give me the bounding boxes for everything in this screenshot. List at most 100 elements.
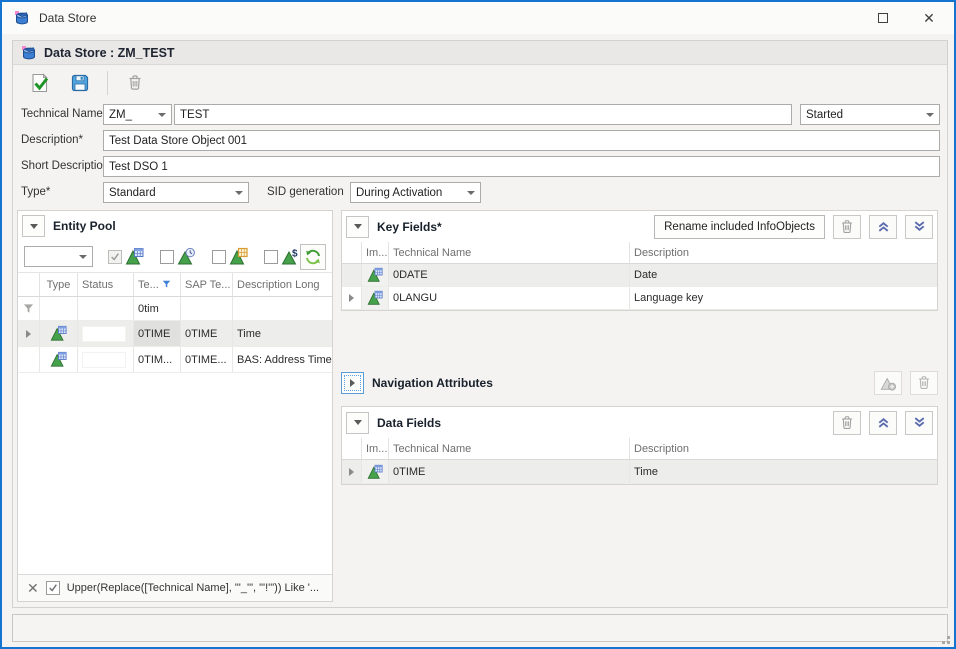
description-cell: Time	[630, 460, 937, 483]
technical-name-cell[interactable]: 0TIME	[134, 321, 181, 346]
technical-name-input[interactable]	[174, 104, 792, 125]
technical-name-cell[interactable]: 0LANGU	[389, 287, 630, 309]
filter-cell-status[interactable]	[78, 297, 134, 320]
check-icon	[110, 252, 120, 262]
maximize-button[interactable]	[860, 2, 906, 34]
resize-grip[interactable]	[939, 633, 950, 644]
column-header-status[interactable]: Status	[78, 273, 134, 296]
row-focus-arrow-icon	[349, 294, 354, 302]
svg-text:$: $	[292, 249, 298, 260]
column-header-description[interactable]: Description	[630, 438, 937, 459]
filter-cell-sap-technical-name[interactable]	[181, 297, 233, 320]
characteristic-checkbox[interactable]	[108, 250, 122, 264]
short-description-label: Short Description	[21, 156, 109, 177]
filter-cell-technical-name[interactable]: 0tim	[134, 297, 181, 320]
data-fields-move-up-button[interactable]	[869, 411, 897, 435]
clear-filter-icon[interactable]: ✕	[27, 581, 39, 595]
description-input[interactable]	[103, 130, 940, 151]
data-fields-collapse-button[interactable]	[346, 412, 369, 434]
key-fields-row-0date[interactable]: 0DATE Date	[342, 264, 937, 287]
activate-button[interactable]	[27, 70, 53, 96]
unit-icon	[229, 247, 248, 266]
column-header-im[interactable]: Im...	[362, 438, 389, 459]
rename-infoobjects-button[interactable]: Rename included InfoObjects	[654, 215, 825, 239]
navigation-attributes-delete-button[interactable]	[910, 371, 938, 395]
characteristic-icon	[50, 351, 67, 368]
entity-pool-collapse-button[interactable]	[22, 215, 45, 237]
row-indicator	[18, 321, 40, 346]
key-fields-move-up-button[interactable]	[869, 215, 897, 239]
row-focus-arrow-icon	[26, 330, 31, 338]
column-header-type[interactable]: Type	[40, 273, 78, 296]
filter-cell-description-long[interactable]	[233, 297, 332, 320]
characteristic-icon	[367, 267, 383, 283]
column-header-technical-name[interactable]: Te...	[134, 273, 181, 296]
entity-pool-filter-combo[interactable]	[24, 246, 93, 267]
chevron-down-icon	[235, 191, 243, 195]
key-figure-icon: $	[281, 247, 300, 266]
filter-cell-type[interactable]	[40, 297, 78, 320]
technical-name-cell[interactable]: 0DATE	[389, 264, 630, 286]
key-fields-delete-button[interactable]	[833, 215, 861, 239]
chevron-down-icon	[79, 255, 87, 259]
technical-name-cell[interactable]: 0TIME	[389, 460, 630, 483]
sid-generation-combo[interactable]: During Activation	[350, 182, 481, 203]
key-fields-move-down-button[interactable]	[905, 215, 933, 239]
characteristic-icon	[50, 325, 67, 342]
column-header-description-long[interactable]: Description Long	[233, 273, 332, 296]
entity-pool-title: Entity Pool	[53, 219, 116, 233]
add-navigation-attribute-button[interactable]	[874, 371, 902, 395]
unit-checkbox[interactable]	[212, 250, 226, 264]
editor-frame: Data Store : ZM_TEST	[12, 40, 948, 608]
row-focus-arrow-icon	[349, 468, 354, 476]
technical-name-cell[interactable]: 0TIM...	[134, 347, 181, 372]
delete-button[interactable]	[122, 70, 148, 96]
chevron-down-icon	[926, 113, 934, 117]
entity-pool-row-0tim[interactable]: 0TIM... 0TIME... BAS: Address Time ...	[18, 347, 332, 373]
toolbar	[13, 65, 947, 101]
key-figure-checkbox[interactable]	[264, 250, 278, 264]
entity-pool-row-0time[interactable]: 0TIME 0TIME Time	[18, 321, 332, 347]
filter-active-icon	[162, 280, 171, 289]
navigation-attributes-expand-button[interactable]	[341, 372, 364, 394]
chevron-down-icon	[30, 224, 38, 229]
data-fields-move-down-button[interactable]	[905, 411, 933, 435]
technical-name-prefix-value: ZM_	[109, 109, 132, 121]
save-button[interactable]	[67, 70, 93, 96]
data-fields-row-0time[interactable]: 0TIME Time	[342, 460, 937, 484]
column-header-technical-name[interactable]: Technical Name	[389, 242, 630, 263]
entity-pool-header: Entity Pool	[18, 211, 332, 241]
short-description-input[interactable]	[103, 156, 940, 177]
column-header-description[interactable]: Description	[630, 242, 937, 263]
type-combo[interactable]: Standard	[103, 182, 249, 203]
column-header-im[interactable]: Im...	[362, 242, 389, 263]
type-cell	[40, 321, 78, 346]
refresh-icon	[304, 248, 322, 266]
technical-name-prefix-combo[interactable]: ZM_	[103, 104, 172, 125]
status-combo[interactable]: Started	[800, 104, 940, 125]
row-indicator-header	[342, 438, 362, 459]
trash-icon	[126, 74, 144, 92]
double-chevron-down-icon	[912, 415, 927, 430]
status-value: Started	[806, 109, 843, 121]
type-value: Standard	[109, 187, 156, 199]
filter-enabled-checkbox[interactable]	[46, 581, 60, 595]
close-button[interactable]: ✕	[906, 2, 952, 34]
check-icon	[48, 583, 58, 593]
titlebar: Data Store ✕	[2, 2, 954, 34]
key-fields-row-0langu[interactable]: 0LANGU Language key	[342, 287, 937, 310]
time-characteristic-checkbox[interactable]	[160, 250, 174, 264]
refresh-button[interactable]	[300, 244, 326, 270]
data-fields-delete-button[interactable]	[833, 411, 861, 435]
data-fields-column-header: Im... Technical Name Description	[342, 438, 937, 460]
entity-pool-filter-row[interactable]: 0tim	[18, 297, 332, 321]
infoobject-icon-cell	[362, 264, 389, 286]
column-header-technical-name[interactable]: Technical Name	[389, 438, 630, 459]
trash-icon	[839, 219, 855, 235]
double-chevron-up-icon	[876, 219, 891, 234]
column-header-sap-technical-name[interactable]: SAP Te...	[181, 273, 233, 296]
data-fields-panel: Data Fields	[341, 406, 938, 485]
key-fields-collapse-button[interactable]	[346, 216, 369, 238]
status-cell	[78, 347, 134, 372]
description-long-cell: Time	[233, 321, 332, 346]
